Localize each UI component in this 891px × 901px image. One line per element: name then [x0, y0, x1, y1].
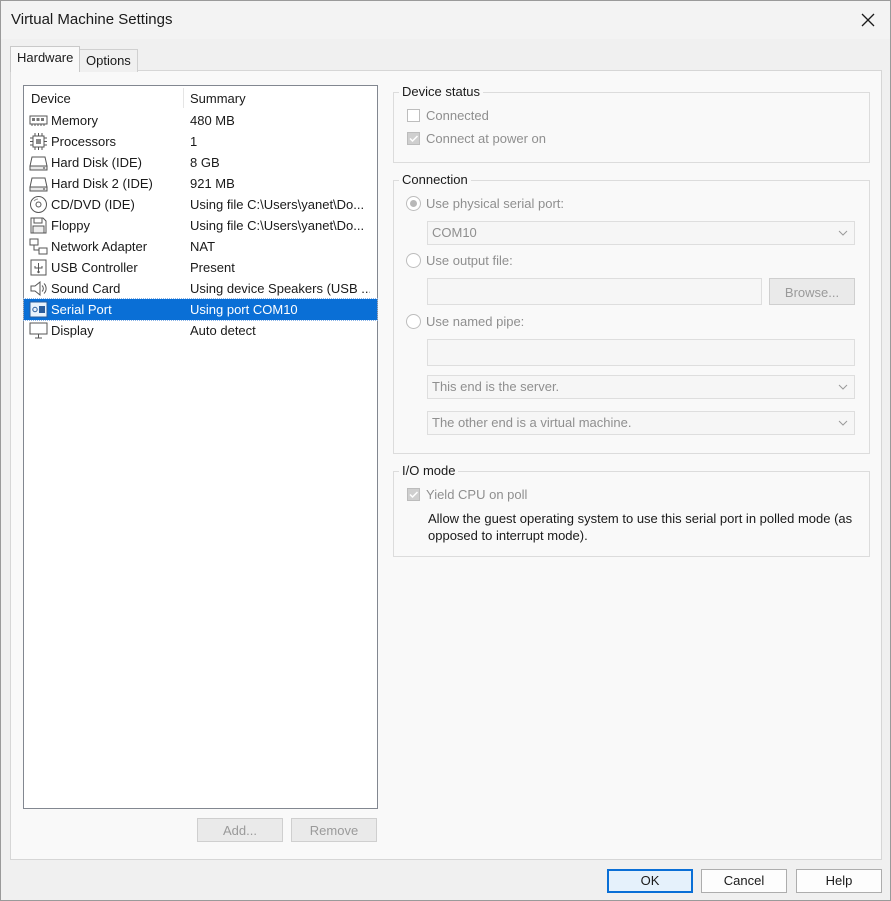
device-summary: Present	[190, 260, 235, 275]
yield-cpu-label: Yield CPU on poll	[426, 487, 528, 502]
cancel-button[interactable]: Cancel	[701, 869, 787, 893]
physical-serial-port-radio[interactable]	[406, 196, 421, 211]
close-icon	[861, 13, 875, 27]
list-item-display[interactable]: Display Auto detect	[24, 320, 377, 341]
device-name: Hard Disk (IDE)	[51, 155, 143, 170]
settings-window: Virtual Machine Settings Hardware Option…	[0, 0, 891, 901]
chevron-down-icon	[838, 230, 848, 236]
memory-icon	[29, 115, 48, 126]
chevron-down-icon	[838, 420, 848, 426]
list-item-hard-disk[interactable]: Hard Disk (IDE) 8 GB	[24, 152, 377, 173]
list-item-cd-dvd[interactable]: CD/DVD (IDE) Using file C:\Users\yanet\D…	[24, 194, 377, 215]
tab-options-label: Options	[86, 53, 131, 68]
device-status-label: Device status	[399, 84, 484, 99]
column-separator[interactable]	[183, 88, 184, 108]
list-item-network-adapter[interactable]: Network Adapter NAT	[24, 236, 377, 257]
device-name: Display	[51, 323, 94, 338]
named-pipe-label: Use named pipe:	[426, 314, 525, 329]
device-name: Sound Card	[51, 281, 121, 296]
browse-button[interactable]: Browse...	[769, 278, 855, 305]
device-summary: Using device Speakers (USB ...	[190, 281, 370, 296]
output-file-radio[interactable]	[406, 253, 421, 268]
list-header: Device Summary	[24, 86, 377, 110]
list-item-hard-disk-2[interactable]: Hard Disk 2 (IDE) 921 MB	[24, 173, 377, 194]
device-name: Memory	[51, 113, 98, 128]
connected-label: Connected	[426, 108, 489, 123]
list-item-usb-controller[interactable]: USB Controller Present	[24, 257, 377, 278]
device-name: Floppy	[51, 218, 91, 233]
physical-serial-port-label: Use physical serial port:	[426, 196, 564, 211]
named-pipe-radio[interactable]	[406, 314, 421, 329]
pipe-end-select[interactable]: This end is the server.	[427, 375, 855, 399]
device-name: Serial Port	[51, 302, 112, 317]
help-button[interactable]: Help	[796, 869, 882, 893]
list-item-memory[interactable]: Memory 480 MB	[24, 110, 377, 131]
io-mode-description: Allow the guest operating system to use …	[428, 511, 853, 543]
device-status-group	[393, 92, 870, 163]
output-file-input[interactable]	[427, 278, 762, 305]
hard-disk-icon	[29, 156, 48, 171]
network-adapter-icon	[29, 238, 48, 255]
list-item-processors[interactable]: Processors 1	[24, 131, 377, 152]
pipe-other-end-select[interactable]: The other end is a virtual machine.	[427, 411, 855, 435]
pipe-end-value: This end is the server.	[432, 379, 560, 394]
remove-button[interactable]: Remove	[291, 818, 377, 842]
serial-port-select[interactable]: COM10	[427, 221, 855, 245]
hard-disk-icon	[29, 177, 48, 192]
device-summary: 8 GB	[190, 155, 220, 170]
display-icon	[29, 322, 48, 339]
io-mode-label: I/O mode	[399, 463, 459, 478]
cd-dvd-icon	[30, 196, 47, 213]
device-summary: Auto detect	[190, 323, 256, 338]
device-summary: NAT	[190, 239, 216, 254]
device-summary: 480 MB	[190, 113, 235, 128]
yield-cpu-checkbox[interactable]	[407, 488, 420, 501]
window-title: Virtual Machine Settings	[11, 11, 173, 28]
column-header-summary[interactable]: Summary	[190, 91, 246, 106]
connected-checkbox[interactable]	[407, 109, 420, 122]
named-pipe-input[interactable]	[427, 339, 855, 366]
connect-at-power-on-checkbox[interactable]	[407, 132, 420, 145]
pipe-other-end-value: The other end is a virtual machine.	[432, 415, 632, 430]
chevron-down-icon	[838, 384, 848, 390]
add-button[interactable]: Add...	[197, 818, 283, 842]
device-summary: Using port COM10	[190, 302, 298, 317]
device-name: Hard Disk 2 (IDE)	[51, 176, 153, 191]
device-name: CD/DVD (IDE)	[51, 197, 135, 212]
close-button[interactable]	[846, 1, 890, 39]
list-item-floppy[interactable]: Floppy Using file C:\Users\yanet\Do...	[24, 215, 377, 236]
device-name: USB Controller	[51, 260, 138, 275]
speaker-icon	[30, 280, 47, 297]
checkmark-icon	[409, 135, 419, 143]
device-summary: 1	[190, 134, 198, 149]
processor-icon	[30, 133, 47, 150]
output-file-label: Use output file:	[426, 253, 513, 268]
checkmark-icon	[409, 491, 419, 499]
serial-port-icon	[29, 301, 48, 318]
column-header-device[interactable]: Device	[31, 91, 71, 106]
list-item-sound-card[interactable]: Sound Card Using device Speakers (USB ..…	[24, 278, 377, 299]
list-item-serial-port[interactable]: Serial Port Using port COM10	[23, 298, 378, 321]
tab-hardware-label: Hardware	[17, 50, 74, 65]
floppy-icon	[30, 217, 47, 234]
device-summary: Using file C:\Users\yanet\Do...	[190, 218, 365, 233]
tab-options[interactable]: Options	[79, 49, 138, 72]
connection-label: Connection	[399, 172, 471, 187]
device-summary: 921 MB	[190, 176, 235, 191]
title-bar: Virtual Machine Settings	[1, 1, 890, 39]
usb-icon	[30, 259, 47, 276]
serial-port-value: COM10	[432, 225, 477, 240]
device-name: Processors	[51, 134, 117, 149]
ok-button[interactable]: OK	[607, 869, 693, 893]
tab-hardware[interactable]: Hardware	[10, 46, 81, 72]
device-list[interactable]: Device Summary Memory 480 MB Processors …	[23, 85, 378, 809]
connect-at-power-on-label: Connect at power on	[426, 131, 546, 146]
device-name: Network Adapter	[51, 239, 148, 254]
device-summary: Using file C:\Users\yanet\Do...	[190, 197, 365, 212]
